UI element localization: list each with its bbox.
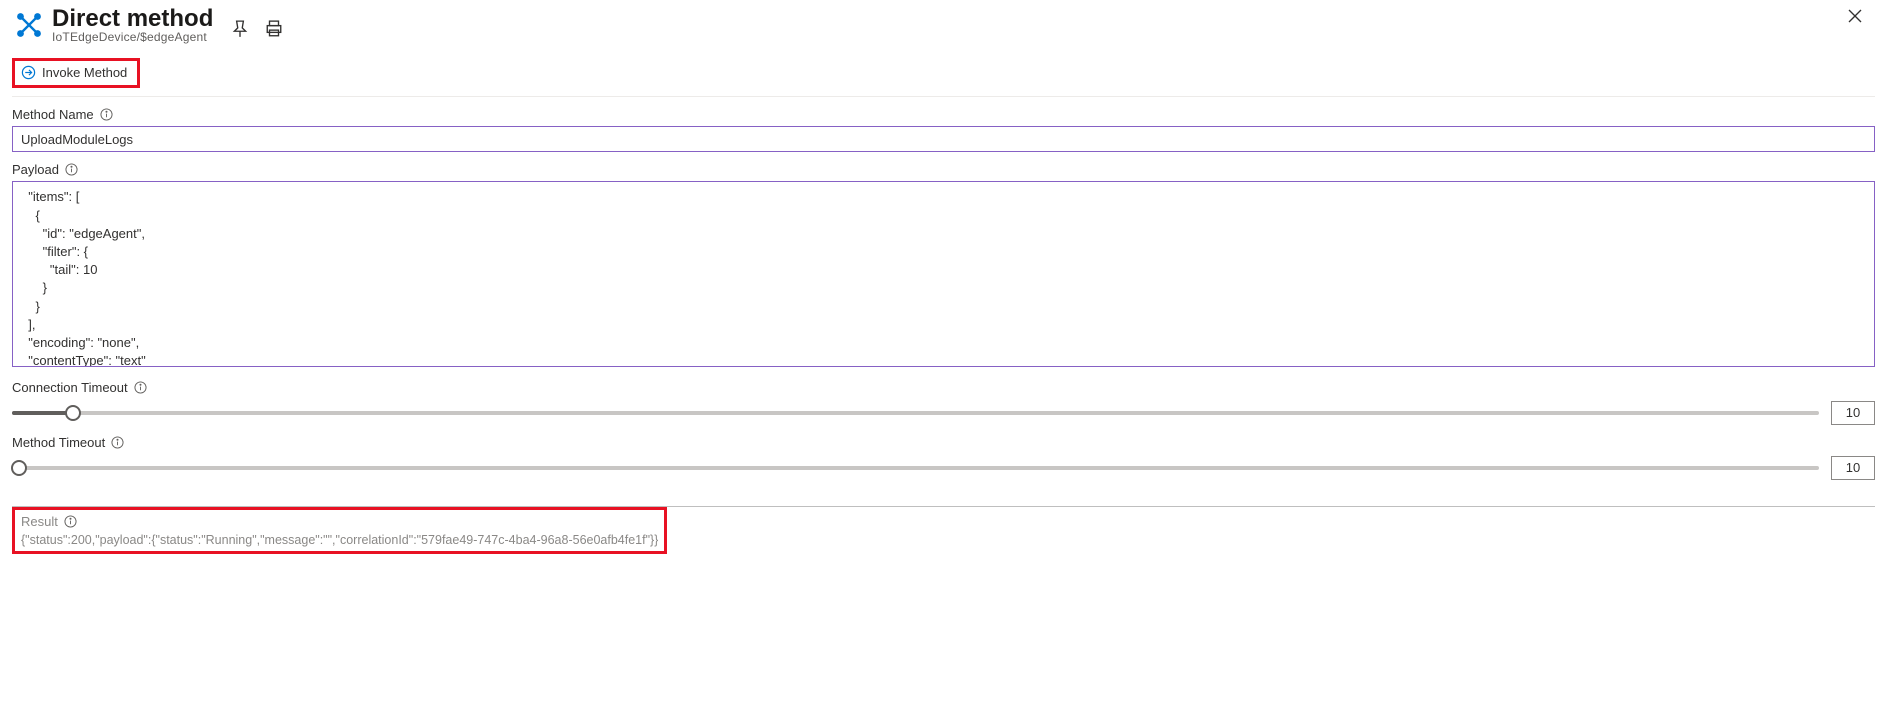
toolbar-divider [12, 96, 1875, 97]
pin-icon[interactable] [231, 20, 249, 38]
invoke-method-button[interactable]: Invoke Method [17, 63, 131, 82]
page-title: Direct method [52, 6, 213, 32]
info-icon[interactable] [100, 108, 113, 121]
method-name-label: Method Name [12, 107, 94, 122]
info-icon[interactable] [65, 163, 78, 176]
invoke-arrow-icon [21, 65, 36, 80]
method-name-input[interactable] [12, 126, 1875, 152]
page-subtitle: IoTEdgeDevice/$edgeAgent [52, 30, 213, 44]
invoke-method-label: Invoke Method [42, 65, 127, 80]
result-label: Result [21, 514, 58, 529]
page-header: Direct method IoTEdgeDevice/$edgeAgent [12, 0, 1875, 44]
info-icon[interactable] [64, 515, 77, 528]
payload-label: Payload [12, 162, 59, 177]
info-icon[interactable] [134, 381, 147, 394]
method-timeout-label: Method Timeout [12, 435, 105, 450]
method-timeout-slider[interactable] [12, 460, 1819, 476]
connection-timeout-label: Connection Timeout [12, 380, 128, 395]
connection-timeout-slider[interactable] [12, 405, 1819, 421]
result-block: Result {"status":200,"payload":{"status"… [21, 514, 658, 547]
connection-timeout-value[interactable]: 10 [1831, 401, 1875, 425]
method-timeout-value[interactable]: 10 [1831, 456, 1875, 480]
print-icon[interactable] [265, 20, 283, 38]
direct-method-icon [12, 8, 46, 42]
info-icon[interactable] [111, 436, 124, 449]
close-icon[interactable] [1847, 8, 1863, 24]
payload-input[interactable] [12, 181, 1875, 367]
result-text: {"status":200,"payload":{"status":"Runni… [21, 533, 658, 547]
